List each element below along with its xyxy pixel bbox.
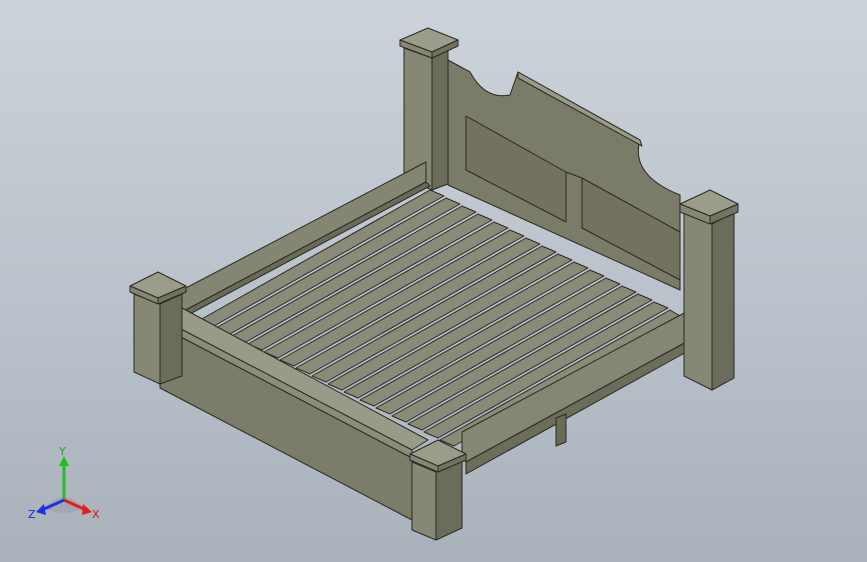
post-front-left-front [133, 293, 161, 385]
z-axis-label: Z [28, 508, 36, 521]
bed-3d-model[interactable] [0, 0, 867, 562]
x-axis-label: X [92, 508, 100, 521]
post-front-right-front [411, 461, 437, 541]
post-back-right-front [683, 211, 713, 391]
post-back-left-side [431, 49, 449, 191]
coordinate-triad: Y X Z [28, 446, 100, 521]
z-axis-arrow [36, 504, 46, 515]
y-axis-label: Y [58, 446, 66, 458]
x-axis-arrow [82, 504, 92, 515]
graphics-viewport[interactable]: Y X Z [0, 0, 867, 562]
center-support-leg [555, 413, 567, 447]
